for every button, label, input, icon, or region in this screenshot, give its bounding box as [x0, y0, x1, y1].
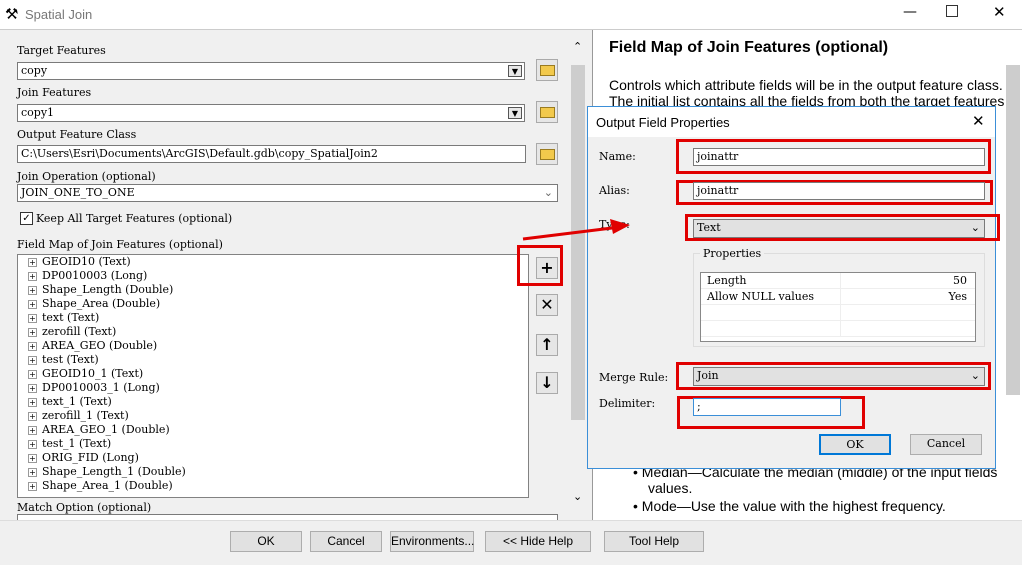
- annotation-arrow: [522, 219, 630, 241]
- arrow-line: [522, 226, 613, 241]
- arrow-head: [610, 219, 630, 234]
